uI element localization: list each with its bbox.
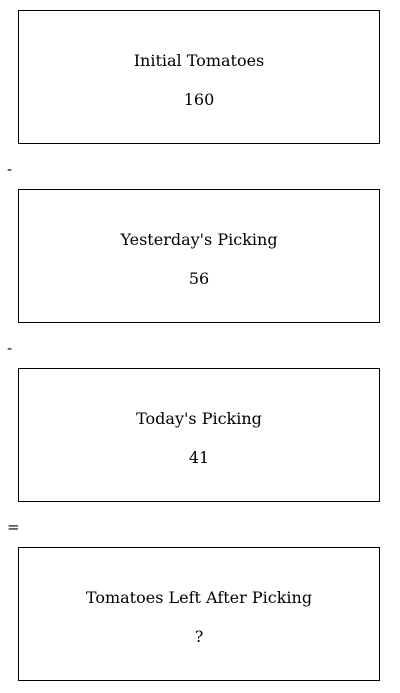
yesterdays-picking-value: 56 <box>188 269 210 288</box>
initial-tomatoes-box: Initial Tomatoes 160 <box>18 10 380 144</box>
minus-operator-2: - <box>7 339 13 357</box>
todays-picking-value: 41 <box>188 448 210 467</box>
minus-operator-1: - <box>7 160 13 178</box>
tomatoes-left-label: Tomatoes Left After Picking <box>85 588 313 607</box>
equals-operator: = <box>7 518 20 536</box>
todays-picking-box: Today's Picking 41 <box>18 368 380 502</box>
tomatoes-left-value: ? <box>194 627 204 646</box>
todays-picking-label: Today's Picking <box>136 409 262 428</box>
yesterdays-picking-box: Yesterday's Picking 56 <box>18 189 380 323</box>
initial-tomatoes-value: 160 <box>183 90 215 109</box>
yesterdays-picking-label: Yesterday's Picking <box>120 230 278 249</box>
initial-tomatoes-label: Initial Tomatoes <box>133 51 265 70</box>
tomatoes-left-box: Tomatoes Left After Picking ? <box>18 547 380 681</box>
